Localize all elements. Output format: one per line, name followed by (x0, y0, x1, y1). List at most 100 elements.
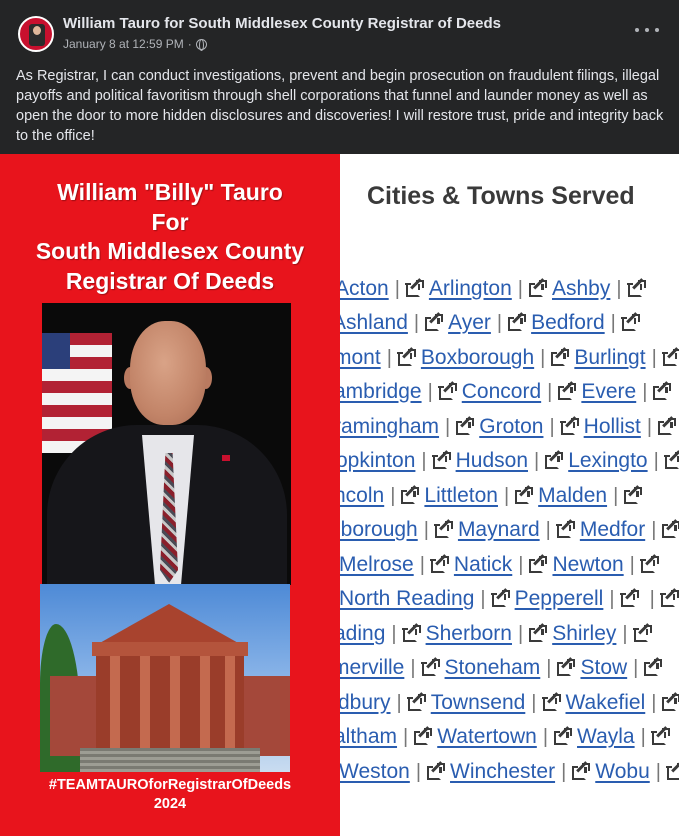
external-link-icon (556, 519, 575, 538)
town-separator: | (629, 554, 635, 576)
town-link[interactable]: Malden (538, 484, 607, 507)
town-separator: | (480, 588, 486, 610)
town-link[interactable]: ambridge (340, 380, 422, 403)
town-row: merville | Stoneham | Stow | (340, 653, 667, 683)
hashtag-text: #TEAMTAUROforRegistrarOfDeeds (48, 777, 292, 793)
external-link-icon (514, 485, 534, 504)
courthouse-photo (40, 584, 290, 772)
town-link[interactable]: Littleton (424, 484, 498, 507)
town-separator: | (534, 450, 540, 472)
external-link-icon (413, 726, 433, 745)
town-link[interactable]: Maynard (458, 518, 540, 541)
external-link-icon (627, 278, 646, 297)
town-link[interactable]: Melrose (340, 553, 414, 576)
more-options-button[interactable] (635, 20, 659, 40)
town-link[interactable]: mont (340, 346, 381, 369)
more-dot (655, 28, 659, 32)
town-link[interactable]: Natick (454, 553, 512, 576)
town-link[interactable]: Evere (581, 380, 636, 403)
post-image[interactable]: William "Billy" Tauro For South Middlese… (0, 154, 679, 836)
town-separator: | (646, 416, 653, 438)
town-link[interactable]: Hollist (584, 415, 641, 438)
external-link-icon (405, 278, 424, 297)
town-link[interactable]: Newton (552, 553, 623, 576)
town-link[interactable]: Boxborough (421, 346, 534, 369)
town-link[interactable]: Lexingto (568, 449, 647, 472)
town-link[interactable]: North Reading (340, 587, 474, 610)
town-separator: | (640, 726, 646, 748)
town-link[interactable]: Townsend (431, 691, 526, 714)
building-wing (50, 676, 100, 756)
page-avatar[interactable] (18, 16, 54, 52)
town-link[interactable]: Bedford (531, 311, 605, 334)
town-separator: | (651, 347, 657, 369)
town-separator: | (561, 761, 567, 783)
town-link[interactable]: dbury (340, 691, 391, 714)
external-link-icon (544, 450, 564, 469)
candidate-portrait (42, 303, 291, 585)
town-separator: | (542, 726, 549, 748)
town-link[interactable]: Ashland (340, 311, 408, 334)
town-link[interactable]: Wayla (577, 725, 635, 748)
town-link[interactable]: Stoneham (445, 656, 541, 679)
external-link-icon (397, 347, 416, 366)
town-link[interactable]: Ayer (448, 311, 491, 334)
town-separator: | (616, 278, 622, 300)
town-link[interactable]: Burlingt (574, 346, 645, 369)
town-link[interactable]: Acton (340, 277, 389, 300)
column (170, 656, 180, 748)
town-link[interactable]: merville (340, 656, 404, 679)
town-separator: | (518, 554, 524, 576)
town-link[interactable]: Pepperell (515, 587, 604, 610)
globe-icon (195, 38, 207, 51)
town-link[interactable]: ading (340, 622, 385, 645)
external-link-icon (542, 692, 561, 711)
town-link[interactable]: Shirley (552, 622, 616, 645)
town-link[interactable]: Weston (340, 760, 410, 783)
town-link[interactable]: Medfor (580, 518, 645, 541)
towns-title: Cities & Towns Served (367, 182, 635, 210)
town-link[interactable]: opkinton (340, 449, 415, 472)
external-link-icon (407, 692, 426, 711)
town-separator: | (394, 278, 400, 300)
town-link[interactable]: Groton (479, 415, 543, 438)
town-link[interactable]: Stow (580, 656, 627, 679)
town-link[interactable]: altham (340, 725, 397, 748)
town-row: Acton | Arlington | Ashby | (340, 274, 651, 304)
post-author-name[interactable]: William Tauro for South Middlesex County… (63, 15, 501, 32)
external-link-icon (528, 278, 547, 297)
town-separator: | (517, 278, 523, 300)
town-separator: | (651, 519, 657, 541)
town-link[interactable]: Winchester (450, 760, 555, 783)
town-link[interactable]: Watertown (437, 725, 537, 748)
town-separator: | (396, 692, 402, 714)
town-row: mont | Boxborough | Burlingt | (340, 343, 679, 373)
external-link-icon (507, 312, 527, 331)
post-timestamp[interactable]: January 8 at 12:59 PM (63, 37, 184, 51)
town-link[interactable]: Ashby (552, 277, 610, 300)
town-link[interactable]: ncoln (340, 484, 384, 507)
external-link-icon (438, 381, 457, 400)
external-link-icon (643, 657, 663, 676)
town-separator: | (655, 761, 661, 783)
external-link-icon (560, 416, 579, 435)
column (140, 656, 150, 748)
external-link-icon (620, 588, 639, 607)
town-link[interactable]: Hudson (456, 449, 528, 472)
town-row: dbury | Townsend | Wakefiel | (340, 688, 679, 718)
town-link[interactable]: Sherborn (426, 622, 512, 645)
external-link-icon (434, 519, 453, 538)
external-link-icon (662, 347, 679, 366)
towns-served-panel: Cities & Towns Served Acton | Arlington | As… (340, 154, 679, 836)
town-link[interactable]: Concord (462, 380, 541, 403)
town-separator: | (423, 519, 429, 541)
external-link-icon (657, 416, 677, 435)
town-link[interactable]: lborough (340, 518, 418, 541)
town-link[interactable]: Arlington (429, 277, 512, 300)
external-link-icon (664, 450, 679, 469)
town-link[interactable]: Wakefiel (566, 691, 646, 714)
town-link[interactable]: Wobu (595, 760, 649, 783)
town-link[interactable]: ramingham (340, 415, 439, 438)
town-row: Ashland|Ayer|Bedford| (340, 308, 645, 338)
meta-dot: · (187, 37, 192, 51)
